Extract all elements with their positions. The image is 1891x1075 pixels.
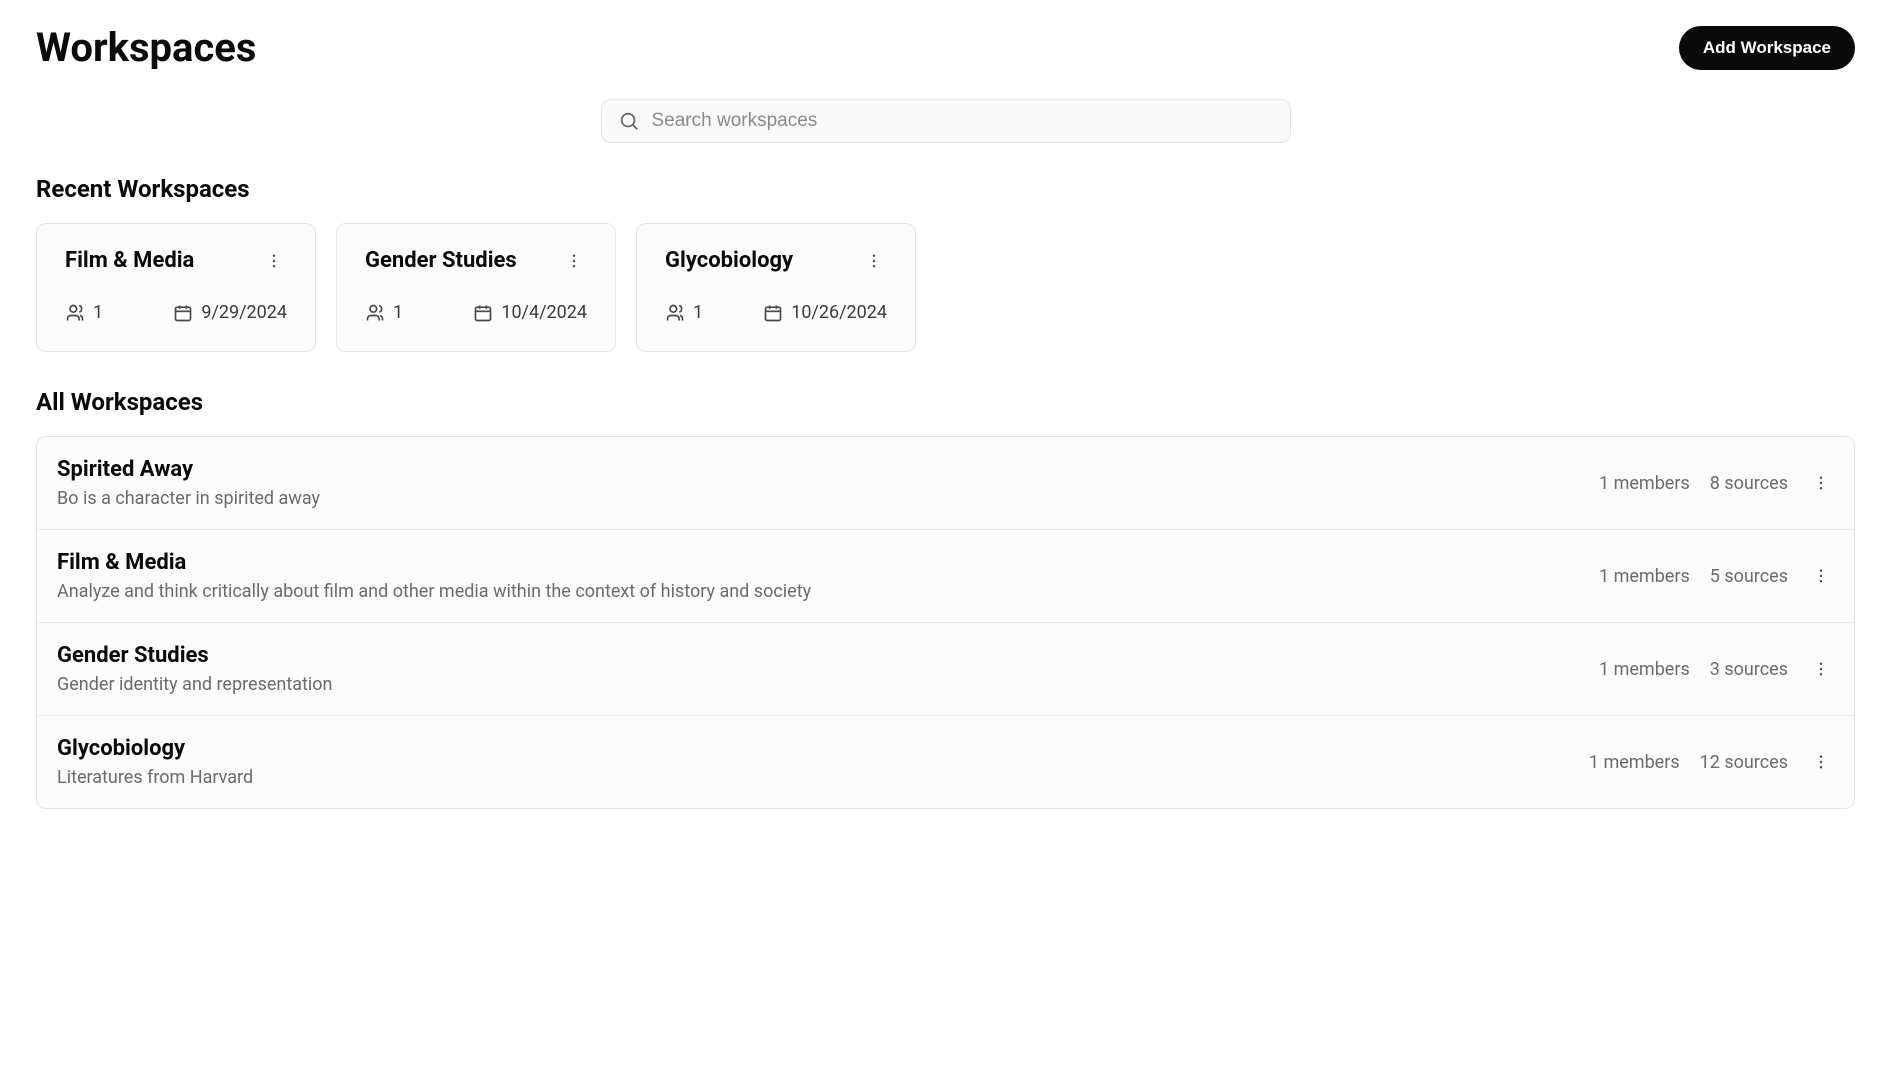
row-title: Film & Media [57, 550, 811, 575]
row-desc: Bo is a character in spirited away [57, 488, 320, 509]
all-workspaces-heading: All Workspaces [36, 388, 1855, 416]
dots-vertical-icon [1812, 567, 1830, 585]
add-workspace-button[interactable]: Add Workspace [1679, 26, 1855, 70]
row-title: Glycobiology [57, 736, 253, 761]
search-icon [618, 110, 640, 132]
dots-vertical-icon [1812, 753, 1830, 771]
row-sources: 5 sources [1710, 566, 1788, 587]
row-menu-button[interactable] [1808, 470, 1834, 496]
row-menu-button[interactable] [1808, 749, 1834, 775]
card-menu-button[interactable] [261, 248, 287, 274]
card-title: Glycobiology [665, 248, 793, 273]
users-icon [65, 303, 85, 323]
calendar-icon [473, 303, 493, 323]
recent-card[interactable]: Glycobiology 1 10/26/2024 [636, 223, 916, 352]
dots-vertical-icon [565, 252, 583, 270]
calendar-icon [173, 303, 193, 323]
card-title: Gender Studies [365, 248, 517, 273]
card-members: 1 [693, 302, 703, 323]
row-sources: 3 sources [1710, 659, 1788, 680]
card-members: 1 [93, 302, 103, 323]
card-date: 10/4/2024 [501, 302, 587, 323]
dots-vertical-icon [265, 252, 283, 270]
card-menu-button[interactable] [861, 248, 887, 274]
users-icon [665, 303, 685, 323]
card-menu-button[interactable] [561, 248, 587, 274]
row-members: 1 members [1599, 659, 1690, 680]
recent-card[interactable]: Film & Media 1 9/29/2024 [36, 223, 316, 352]
list-item[interactable]: Film & Media Analyze and think criticall… [37, 530, 1854, 623]
users-icon [365, 303, 385, 323]
card-title: Film & Media [65, 248, 194, 273]
list-item[interactable]: Spirited Away Bo is a character in spiri… [37, 437, 1854, 530]
row-desc: Literatures from Harvard [57, 767, 253, 788]
row-members: 1 members [1589, 752, 1680, 773]
row-sources: 8 sources [1710, 473, 1788, 494]
search-input[interactable] [652, 110, 1274, 132]
dots-vertical-icon [1812, 474, 1830, 492]
row-title: Gender Studies [57, 643, 333, 668]
page-title: Workspaces [36, 24, 256, 71]
row-menu-button[interactable] [1808, 656, 1834, 682]
recent-card[interactable]: Gender Studies 1 10/4/2024 [336, 223, 616, 352]
recent-workspaces-grid: Film & Media 1 9/29/2024 Gender Studies [36, 223, 1855, 352]
card-members: 1 [393, 302, 403, 323]
row-members: 1 members [1599, 566, 1690, 587]
card-date: 9/29/2024 [201, 302, 287, 323]
row-members: 1 members [1599, 473, 1690, 494]
list-item[interactable]: Glycobiology Literatures from Harvard 1 … [37, 716, 1854, 808]
search-box[interactable] [601, 99, 1291, 143]
dots-vertical-icon [865, 252, 883, 270]
row-desc: Analyze and think critically about film … [57, 581, 811, 602]
recent-workspaces-heading: Recent Workspaces [36, 175, 1855, 203]
calendar-icon [763, 303, 783, 323]
row-sources: 12 sources [1700, 752, 1788, 773]
row-desc: Gender identity and representation [57, 674, 333, 695]
row-title: Spirited Away [57, 457, 320, 482]
row-menu-button[interactable] [1808, 563, 1834, 589]
card-date: 10/26/2024 [791, 302, 887, 323]
all-workspaces-list: Spirited Away Bo is a character in spiri… [36, 436, 1855, 809]
list-item[interactable]: Gender Studies Gender identity and repre… [37, 623, 1854, 716]
dots-vertical-icon [1812, 660, 1830, 678]
